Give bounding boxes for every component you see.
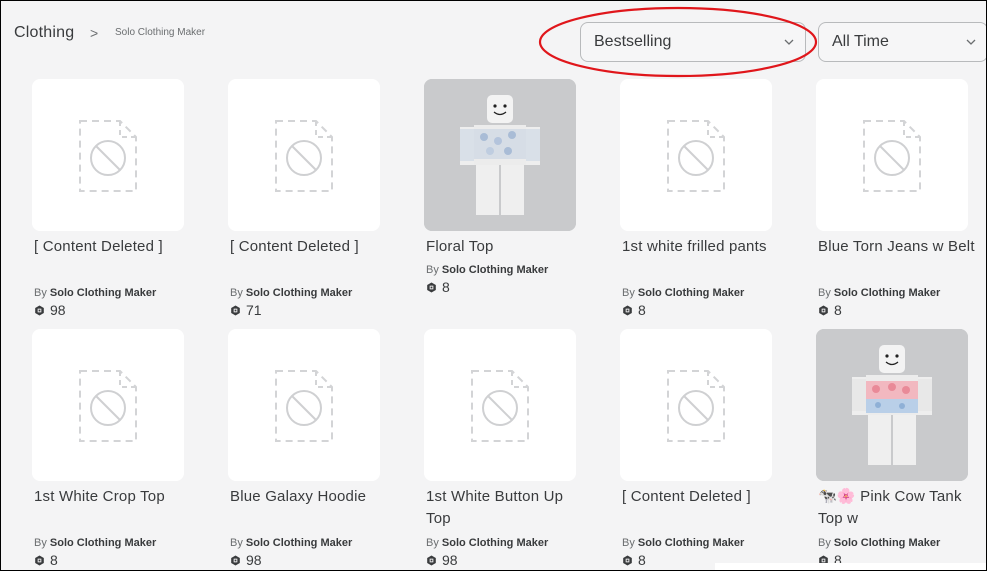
item-title[interactable]: Blue Galaxy Hoodie xyxy=(230,486,390,508)
creator-name-link[interactable]: Solo Clothing Maker xyxy=(442,537,548,549)
creator-prefix: By xyxy=(818,287,831,299)
catalog-header: Clothing > Solo Clothing Maker Bestselli… xyxy=(1,1,986,78)
content-deleted-icon xyxy=(471,370,529,442)
content-deleted-icon xyxy=(667,370,725,442)
item-creator: By Solo Clothing Maker xyxy=(622,287,744,299)
content-deleted-icon xyxy=(275,370,333,442)
creator-prefix: By xyxy=(818,537,831,549)
robux-icon xyxy=(819,305,828,315)
item-thumbnail[interactable] xyxy=(32,329,184,481)
creator-name-link[interactable]: Solo Clothing Maker xyxy=(638,287,744,299)
sort-dropdown-value: Bestselling xyxy=(594,33,672,50)
creator-prefix: By xyxy=(34,287,47,299)
item-price: 8 xyxy=(818,302,842,318)
creator-name-link[interactable]: Solo Clothing Maker xyxy=(50,287,156,299)
price-value: 98 xyxy=(442,552,458,568)
creator-name-link[interactable]: Solo Clothing Maker xyxy=(246,287,352,299)
item-title[interactable]: 🐄🌸 Pink Cow Tank Top w xyxy=(818,486,978,530)
item-title[interactable]: [ Content Deleted ] xyxy=(622,486,782,508)
item-title[interactable]: [ Content Deleted ] xyxy=(34,236,194,258)
item-thumbnail[interactable] xyxy=(816,79,968,231)
catalog-page: Clothing > Solo Clothing Maker Bestselli… xyxy=(0,0,987,571)
item-thumbnail[interactable] xyxy=(816,329,968,481)
robux-icon xyxy=(231,555,240,565)
item-thumbnail[interactable] xyxy=(228,329,380,481)
item-thumbnail[interactable] xyxy=(32,79,184,231)
item-price: 98 xyxy=(426,552,458,568)
robux-icon xyxy=(35,305,44,315)
robux-icon xyxy=(427,555,436,565)
price-value: 8 xyxy=(834,302,842,318)
price-value: 8 xyxy=(638,302,646,318)
item-creator: By Solo Clothing Maker xyxy=(426,537,548,549)
item-price: 98 xyxy=(230,552,262,568)
item-creator: By Solo Clothing Maker xyxy=(426,264,548,276)
creator-name-link[interactable]: Solo Clothing Maker xyxy=(638,537,744,549)
content-deleted-icon xyxy=(667,120,725,192)
item-creator: By Solo Clothing Maker xyxy=(622,537,744,549)
creator-name-link[interactable]: Solo Clothing Maker xyxy=(834,537,940,549)
robux-icon xyxy=(35,555,44,565)
chevron-down-icon xyxy=(966,39,976,45)
content-deleted-icon xyxy=(79,370,137,442)
creator-name-link[interactable]: Solo Clothing Maker xyxy=(50,537,156,549)
item-creator: By Solo Clothing Maker xyxy=(818,287,940,299)
avatar-preview-icon xyxy=(424,79,576,231)
creator-prefix: By xyxy=(622,537,635,549)
item-thumbnail[interactable] xyxy=(620,329,772,481)
creator-prefix: By xyxy=(230,537,243,549)
item-price: 8 xyxy=(426,279,450,295)
breadcrumb-clothing-link[interactable]: Clothing xyxy=(14,24,74,42)
item-title[interactable]: [ Content Deleted ] xyxy=(230,236,390,258)
item-creator: By Solo Clothing Maker xyxy=(818,537,940,549)
creator-prefix: By xyxy=(622,287,635,299)
item-price: 71 xyxy=(230,302,262,318)
price-value: 8 xyxy=(442,279,450,295)
creator-name-link[interactable]: Solo Clothing Maker xyxy=(834,287,940,299)
item-price: 98 xyxy=(34,302,66,318)
time-range-dropdown-value: All Time xyxy=(832,33,889,50)
item-title[interactable]: 1st white frilled pants xyxy=(622,236,782,258)
creator-name-link[interactable]: Solo Clothing Maker xyxy=(246,537,352,549)
sort-dropdown[interactable]: Bestselling xyxy=(580,22,806,62)
content-deleted-icon xyxy=(275,120,333,192)
item-creator: By Solo Clothing Maker xyxy=(230,287,352,299)
price-value: 71 xyxy=(246,302,262,318)
creator-prefix: By xyxy=(34,537,47,549)
creator-name-link[interactable]: Solo Clothing Maker xyxy=(442,264,548,276)
price-value: 8 xyxy=(50,552,58,568)
creator-prefix: By xyxy=(230,287,243,299)
item-thumbnail[interactable] xyxy=(620,79,772,231)
breadcrumb-creator: Solo Clothing Maker xyxy=(115,27,206,38)
content-deleted-icon xyxy=(79,120,137,192)
item-price: 8 xyxy=(622,552,646,568)
item-creator: By Solo Clothing Maker xyxy=(34,537,156,549)
item-thumbnail[interactable] xyxy=(424,79,576,231)
creator-prefix: By xyxy=(426,537,439,549)
item-thumbnail[interactable] xyxy=(228,79,380,231)
creator-prefix: By xyxy=(426,264,439,276)
item-price: 8 xyxy=(622,302,646,318)
item-price: 8 xyxy=(34,552,58,568)
robux-icon xyxy=(427,282,436,292)
breadcrumb-chevron-icon: > xyxy=(90,25,99,41)
item-title[interactable]: Blue Torn Jeans w Belt xyxy=(818,236,978,258)
item-creator: By Solo Clothing Maker xyxy=(230,537,352,549)
price-value: 98 xyxy=(50,302,66,318)
item-title[interactable]: 1st White Button Up Top xyxy=(426,486,586,530)
avatar-preview-icon xyxy=(816,329,968,481)
content-deleted-icon xyxy=(863,120,921,192)
robux-icon xyxy=(623,555,632,565)
robux-icon xyxy=(623,305,632,315)
price-value: 8 xyxy=(638,552,646,568)
robux-icon xyxy=(231,305,240,315)
scroll-edge xyxy=(715,563,986,570)
time-range-dropdown[interactable]: All Time xyxy=(818,22,986,62)
price-value: 98 xyxy=(246,552,262,568)
item-title[interactable]: Floral Top xyxy=(426,236,586,258)
item-creator: By Solo Clothing Maker xyxy=(34,287,156,299)
chevron-down-icon xyxy=(784,39,794,45)
item-thumbnail[interactable] xyxy=(424,329,576,481)
item-title[interactable]: 1st White Crop Top xyxy=(34,486,194,508)
